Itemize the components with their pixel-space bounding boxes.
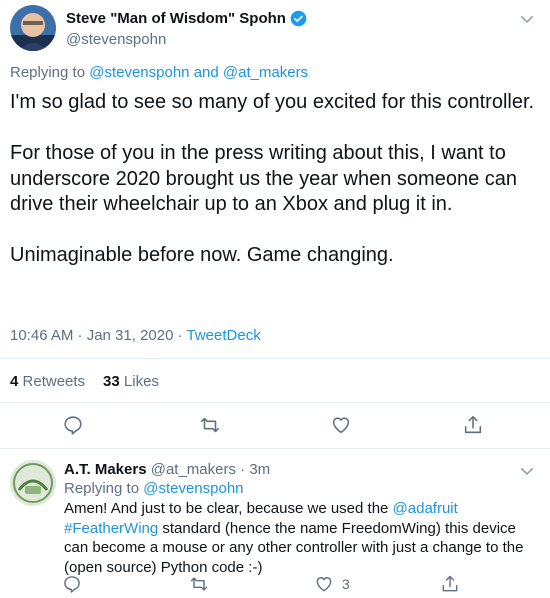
avatar-steve[interactable] <box>10 5 56 51</box>
share-icon[interactable] <box>462 414 484 436</box>
mention-at-makers[interactable]: @at_makers <box>223 64 308 81</box>
like-button[interactable]: 3 <box>314 574 350 594</box>
heart-icon <box>314 574 334 594</box>
replying-prefix: Replying to <box>10 64 86 81</box>
likes-label: Likes <box>123 373 159 390</box>
verified-badge-icon <box>290 10 307 27</box>
likes-count: 33 <box>103 373 120 390</box>
reply-replying-prefix: Replying to <box>64 480 140 497</box>
mention-stevenspohn[interactable]: @stevenspohn <box>89 64 189 81</box>
engagement-stats: 4 Retweets 33 Likes <box>10 373 159 390</box>
likes-stat[interactable]: 33 Likes <box>103 373 159 390</box>
reply-text: Amen! And just to be clear, because we u… <box>64 499 544 577</box>
tweet-time[interactable]: 10:46 AM · Jan 31, 2020 <box>10 327 173 344</box>
retweet-icon[interactable] <box>188 574 210 594</box>
retweets-label: Retweets <box>22 373 86 390</box>
chevron-down-icon[interactable] <box>518 10 536 28</box>
retweets-stat[interactable]: 4 Retweets <box>10 373 85 390</box>
avatar-at-makers[interactable] <box>10 460 56 506</box>
reply-handle[interactable]: @at_makers <box>151 461 236 478</box>
replying-to: Replying to @stevenspohn and @at_makers <box>10 64 308 81</box>
reply-text-part-1: Amen! And just to be clear, because we u… <box>64 500 393 517</box>
divider <box>0 358 550 359</box>
heart-icon[interactable] <box>330 414 352 436</box>
hashtag-featherwing[interactable]: #FeatherWing <box>64 520 158 537</box>
display-name-text: Steve "Man of Wisdom" Spohn <box>66 10 286 27</box>
reply-replying-to: Replying to @stevenspohn <box>64 480 244 497</box>
tweet-meta: 10:46 AM · Jan 31, 2020 · TweetDeck <box>10 327 261 344</box>
replying-and: and <box>193 64 219 81</box>
reply-display-name[interactable]: A.T. Makers <box>64 461 147 478</box>
reply-time[interactable]: · 3m <box>240 461 270 478</box>
mention-stevenspohn[interactable]: @stevenspohn <box>143 480 243 497</box>
retweets-count: 4 <box>10 373 19 390</box>
divider <box>0 448 550 449</box>
share-icon[interactable] <box>440 574 460 594</box>
reply-header: A.T. Makers @at_makers · 3m <box>64 461 270 478</box>
mention-adafruit[interactable]: @adafruit <box>393 500 458 517</box>
divider <box>0 402 550 403</box>
display-name[interactable]: Steve "Man of Wisdom" Spohn <box>66 10 307 27</box>
tweet-actions <box>0 414 550 440</box>
reply-actions: 3 <box>0 574 550 596</box>
retweet-icon[interactable] <box>198 414 220 436</box>
chevron-down-icon[interactable] <box>518 462 536 480</box>
reply-icon[interactable] <box>62 574 82 594</box>
like-count: 3 <box>342 576 350 592</box>
reply-icon[interactable] <box>62 414 84 436</box>
tweet-source[interactable]: TweetDeck <box>187 327 261 344</box>
meta-separator: · <box>173 327 187 344</box>
tweet-text: I'm so glad to see so many of you excite… <box>10 91 535 266</box>
handle[interactable]: @stevenspohn <box>66 31 166 48</box>
